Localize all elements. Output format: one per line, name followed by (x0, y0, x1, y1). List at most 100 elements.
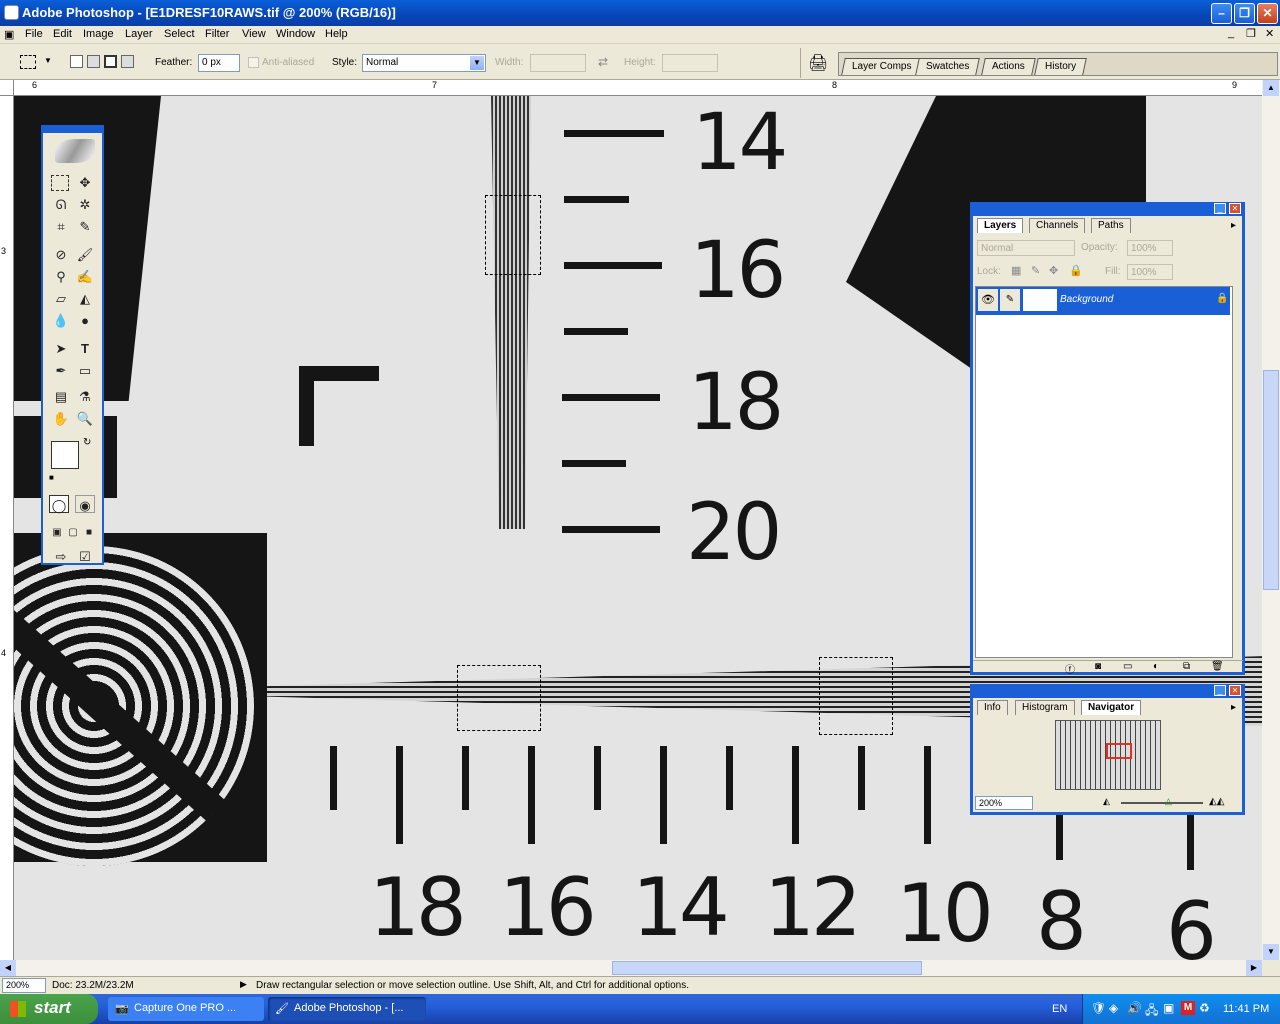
doc-restore-button[interactable]: ❐ (1246, 27, 1256, 40)
eyedropper-icon[interactable]: ⚗ (75, 387, 95, 407)
tab-swatches[interactable]: Swatches (915, 58, 981, 75)
scroll-down-button[interactable]: ▼ (1263, 944, 1279, 960)
close-button[interactable]: ✕ (1257, 3, 1278, 24)
brush-tool-icon[interactable]: 🖌 (75, 245, 95, 265)
photoshop-feather-logo[interactable] (55, 139, 95, 163)
width-input[interactable] (530, 54, 586, 72)
menu-layer[interactable]: Layer (125, 28, 153, 40)
foreground-color-swatch[interactable] (51, 441, 79, 469)
adjustment-layer-icon[interactable]: ◐ (1153, 661, 1159, 672)
panel-minimize-button[interactable]: _ (1214, 203, 1226, 214)
menu-help[interactable]: Help (325, 28, 348, 40)
new-selection-icon[interactable] (70, 55, 83, 68)
magic-wand-icon[interactable]: ✲ (75, 195, 95, 215)
menu-filter[interactable]: Filter (205, 28, 229, 40)
selection-marquee[interactable] (457, 665, 541, 731)
zoom-slider-track[interactable] (1121, 802, 1203, 804)
move-tool-icon[interactable]: ✥ (75, 173, 95, 193)
clock[interactable]: 11:41 PM (1223, 1003, 1269, 1015)
panel-close-button[interactable]: ✕ (1229, 203, 1241, 214)
tab-layer-comps[interactable]: Layer Comps (841, 58, 923, 75)
scroll-left-button[interactable]: ◀ (0, 960, 16, 976)
notes-tool-icon[interactable]: ▤ (51, 387, 71, 407)
zoom-tool-icon[interactable]: 🔍 (75, 409, 95, 429)
delete-layer-icon[interactable]: 🗑 (1211, 661, 1224, 672)
panel-menu-icon[interactable]: ▸ (1231, 702, 1236, 713)
healing-brush-icon[interactable]: ⊘ (51, 245, 71, 265)
tab-info[interactable]: Info (977, 700, 1008, 715)
marquee-tool-icon[interactable] (51, 175, 69, 191)
restore-button[interactable]: ❐ (1234, 3, 1255, 24)
zoom-level-input[interactable]: 200% (2, 978, 46, 993)
zoom-slider-thumb[interactable]: △ (1165, 796, 1172, 807)
chevron-down-icon[interactable]: ▼ (470, 56, 484, 70)
eraser-tool-icon[interactable]: ▱ (51, 289, 71, 309)
visibility-eye-icon[interactable]: 👁 (978, 289, 998, 311)
rectangular-marquee-preset-icon[interactable] (20, 55, 36, 69)
security-shield-icon[interactable]: 🛡 (1091, 1001, 1106, 1015)
navigator-thumbnail[interactable] (1055, 720, 1161, 790)
lock-position-icon[interactable]: ✥ (1049, 264, 1058, 277)
layer-style-icon[interactable]: ⓕ (1065, 661, 1075, 676)
taskbar-button-photoshop[interactable]: 🖌 Adobe Photoshop - [... (268, 997, 426, 1021)
menu-image[interactable]: Image (83, 28, 114, 40)
menu-file[interactable]: File (25, 28, 43, 40)
blend-mode-select[interactable]: Normal (977, 240, 1075, 256)
menu-view[interactable]: View (242, 28, 266, 40)
swap-colors-icon[interactable]: ↻ (83, 437, 91, 448)
tray-icon[interactable]: ◈ (1109, 1001, 1118, 1015)
quick-mask-mode-icon[interactable]: ◉ (75, 495, 95, 513)
horizontal-scrollbar[interactable]: ◀ ▶ (0, 960, 1262, 976)
document-icon[interactable]: ▣ (4, 28, 14, 41)
lock-all-icon[interactable]: 🔒 (1069, 264, 1083, 277)
antialiased-checkbox[interactable] (248, 57, 259, 68)
edit-in-imageready-icon[interactable]: ☑ (75, 547, 95, 567)
layer-row-background[interactable]: 👁 ✎ Background 🔒 (976, 287, 1230, 315)
doc-close-button[interactable]: ✕ (1265, 27, 1274, 40)
status-menu-arrow-icon[interactable]: ▶ (240, 979, 247, 990)
file-browser-icon[interactable]: 🖨 (808, 53, 828, 73)
hand-tool-icon[interactable]: ✋ (51, 409, 71, 429)
layer-mask-icon[interactable]: ◙ (1095, 661, 1101, 672)
scroll-right-button[interactable]: ▶ (1246, 960, 1262, 976)
lock-image-icon[interactable]: ✎ (1031, 264, 1040, 277)
clone-stamp-icon[interactable]: ⚲ (51, 267, 71, 287)
default-colors-icon[interactable]: ■ (49, 473, 54, 482)
jump-to-imageready-icon[interactable]: ⇨ (51, 547, 71, 567)
tab-navigator[interactable]: Navigator (1081, 700, 1142, 715)
layer-thumbnail[interactable] (1023, 289, 1057, 311)
type-tool-icon[interactable]: T (75, 339, 95, 359)
vertical-scroll-thumb[interactable] (1263, 370, 1279, 590)
pen-tool-icon[interactable]: ✒ (51, 361, 71, 381)
opacity-input[interactable]: 100% (1127, 240, 1173, 256)
scroll-up-button[interactable]: ▲ (1263, 80, 1279, 96)
navigator-view-box[interactable] (1106, 743, 1132, 759)
layer-name[interactable]: Background (1060, 294, 1113, 305)
doc-minimize-button[interactable]: _ (1228, 27, 1234, 39)
tab-paths[interactable]: Paths (1091, 218, 1131, 233)
selection-marquee[interactable] (819, 657, 893, 735)
speaker-icon[interactable]: 🔊 (1127, 1001, 1142, 1015)
tab-history[interactable]: History (1034, 58, 1087, 75)
subtract-selection-icon[interactable] (104, 55, 117, 68)
tab-histogram[interactable]: Histogram (1015, 700, 1075, 715)
blur-tool-icon[interactable]: 💧 (51, 311, 71, 331)
paint-bucket-icon[interactable]: ◭ (75, 289, 95, 309)
slice-tool-icon[interactable]: ✎ (75, 217, 95, 237)
screen-mode-full-icon[interactable]: ■ (79, 523, 99, 543)
navigator-zoom-input[interactable]: 200% (975, 796, 1033, 810)
minimize-button[interactable]: – (1211, 3, 1232, 24)
zoom-out-icon[interactable]: ◭ (1103, 796, 1110, 807)
tab-channels[interactable]: Channels (1029, 218, 1086, 233)
history-brush-icon[interactable]: ✍ (75, 267, 95, 287)
lock-transparency-icon[interactable]: ▦ (1011, 264, 1021, 277)
ruler-origin[interactable] (0, 80, 14, 96)
menu-window[interactable]: Window (276, 28, 315, 40)
feather-input[interactable]: 0 px (198, 54, 240, 72)
style-select[interactable]: Normal ▼ (362, 54, 486, 72)
horizontal-scroll-thumb[interactable] (612, 961, 922, 975)
start-button[interactable]: start (0, 994, 98, 1024)
height-input[interactable] (662, 54, 718, 72)
panel-menu-icon[interactable]: ▸ (1231, 220, 1236, 231)
add-selection-icon[interactable] (87, 55, 100, 68)
